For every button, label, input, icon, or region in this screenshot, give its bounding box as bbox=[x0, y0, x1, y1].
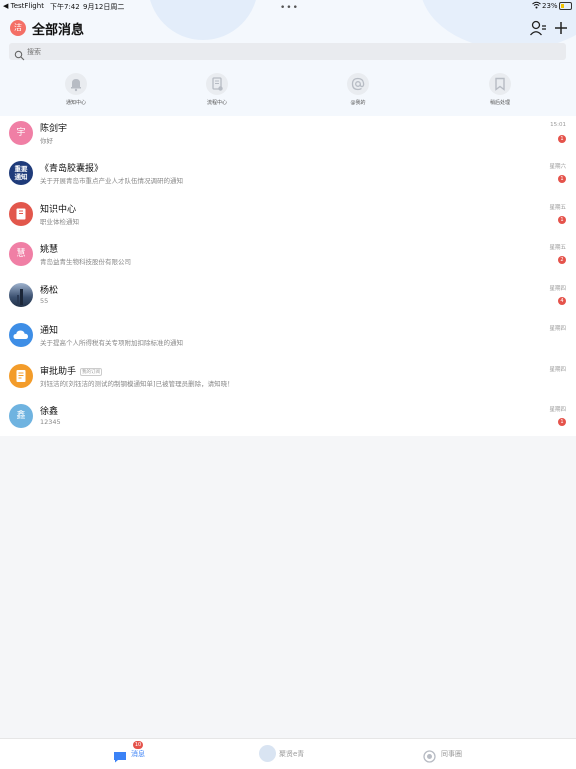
important-notice-avatar: 重要 通知 bbox=[9, 161, 33, 185]
conversation-row[interactable]: 宇 陈剑宇 你好 15:01 1 bbox=[0, 116, 576, 156]
back-to-testflight[interactable]: ◀ TestFlight bbox=[3, 2, 44, 10]
unread-badge: 1 bbox=[558, 418, 566, 426]
conversation-preview: 关于提高个人所得税有关专项附加扣除标准的通知 bbox=[40, 339, 183, 347]
shortcut-at-me[interactable]: @我的 bbox=[328, 73, 388, 106]
user-avatar[interactable]: 洁 bbox=[10, 20, 26, 36]
app-logo-icon bbox=[259, 745, 276, 762]
chat-bubble-icon bbox=[113, 748, 127, 767]
conversation-time: 星期六 bbox=[549, 164, 566, 170]
conversation-preview: 你好 bbox=[40, 137, 53, 145]
shortcut-label: 通知中心 bbox=[65, 100, 86, 106]
conversation-preview: 职业体检通知 bbox=[40, 218, 79, 226]
status-bar: ◀ TestFlight 下午7:42 9月12日周二 ••• 23% bbox=[0, 0, 576, 13]
shortcut-label: 稍后处理 bbox=[489, 100, 510, 106]
conversation-name: 徐鑫 bbox=[40, 407, 59, 417]
tab-bar: 消息 10 聚贤e青 同事圈 bbox=[0, 738, 576, 769]
conversation-row[interactable]: 重要 通知 《青岛胶囊报》 关于开展青岛市重点产业人才队伍情况调研的通知 星期六 … bbox=[0, 156, 576, 196]
conversation-name: 通知 bbox=[40, 326, 59, 336]
conversation-row[interactable]: 审批助手 我的订阅 刘钰洁的[刘钰洁的测试的制钢模通知单]已被管理员删除，请知晓！… bbox=[0, 359, 576, 399]
conversation-list: 宇 陈剑宇 你好 15:01 1 重要 通知 《青岛胶囊报》 关于开展青岛市重点产… bbox=[0, 116, 576, 436]
tab-center[interactable]: 聚贤e青 bbox=[255, 739, 325, 769]
approval-icon bbox=[9, 364, 33, 388]
tab-label: 聚贤e青 bbox=[279, 750, 305, 758]
search-input[interactable] bbox=[27, 44, 547, 59]
conversation-time: 星期四 bbox=[549, 407, 566, 413]
tab-unread-badge: 10 bbox=[133, 741, 143, 749]
chevron-down-icon[interactable]: ▾ bbox=[78, 22, 82, 31]
conversation-time: 星期五 bbox=[549, 245, 566, 251]
conversation-preview: 刘钰洁的[刘钰洁的测试的制钢模通知单]已被管理员删除，请知晓！ bbox=[40, 380, 234, 388]
at-icon bbox=[347, 73, 369, 95]
conversation-row[interactable]: 鑫 徐鑫 12345 星期四 1 bbox=[0, 399, 576, 439]
unread-badge: 1 bbox=[558, 216, 566, 224]
bell-icon bbox=[65, 73, 87, 95]
shortcut-flow-center[interactable]: 流程中心 bbox=[187, 73, 247, 106]
shortcut-label: @我的 bbox=[350, 100, 366, 106]
conversation-time: 星期五 bbox=[549, 205, 566, 211]
header-bar: 洁 全部消息 ▾ bbox=[0, 14, 576, 42]
unread-badge: 4 bbox=[558, 297, 566, 305]
page-title[interactable]: 全部消息 bbox=[32, 19, 84, 38]
bookmark-icon bbox=[489, 73, 511, 95]
conversation-row[interactable]: 通知 关于提高个人所得税有关专项附加扣除标准的通知 星期四 bbox=[0, 318, 576, 358]
battery-percent: 23% bbox=[542, 2, 558, 10]
conversation-name: 姚慧 bbox=[40, 245, 59, 255]
status-date: 9月12日周二 bbox=[83, 3, 125, 11]
conversation-preview: 关于开展青岛市重点产业人才队伍情况调研的通知 bbox=[40, 177, 183, 185]
conversation-name: 杨松 bbox=[40, 286, 59, 296]
conversation-preview: 12345 bbox=[40, 418, 61, 426]
conversation-preview: 青岛益青生物科技股份有限公司 bbox=[40, 258, 131, 266]
unread-badge: 1 bbox=[558, 175, 566, 183]
book-icon bbox=[9, 202, 33, 226]
conversation-name: 陈剑宇 bbox=[40, 124, 68, 134]
tab-label: 同事圈 bbox=[441, 750, 462, 758]
unread-badge: 1 bbox=[558, 135, 566, 143]
add-icon[interactable] bbox=[552, 19, 570, 37]
shortcut-notification-center[interactable]: 通知中心 bbox=[46, 73, 106, 106]
circle-icon bbox=[423, 748, 436, 767]
battery-icon bbox=[559, 2, 572, 10]
contacts-icon[interactable] bbox=[529, 19, 547, 37]
multitask-dots-icon[interactable]: ••• bbox=[280, 3, 299, 13]
avatar: 宇 bbox=[9, 121, 33, 145]
top-header-area: ◀ TestFlight 下午7:42 9月12日周二 ••• 23% 洁 全部… bbox=[0, 0, 576, 116]
conversation-time: 星期四 bbox=[549, 286, 566, 292]
conversation-name: 审批助手 我的订阅 bbox=[40, 364, 103, 377]
cloud-icon bbox=[9, 323, 33, 347]
search-icon bbox=[14, 46, 25, 61]
wifi-icon bbox=[532, 1, 541, 11]
shortcut-later[interactable]: 稍后处理 bbox=[470, 73, 530, 106]
conversation-time: 星期四 bbox=[549, 367, 566, 373]
flow-document-icon bbox=[206, 73, 228, 95]
conversation-row[interactable]: 知识中心 职业体检通知 星期五 1 bbox=[0, 197, 576, 237]
conversation-time: 15:01 bbox=[550, 122, 566, 128]
unread-badge: 2 bbox=[558, 256, 566, 264]
conversation-row[interactable]: 慧 姚慧 青岛益青生物科技股份有限公司 星期五 2 bbox=[0, 237, 576, 277]
conversation-preview: 55 bbox=[40, 297, 49, 305]
photo-avatar bbox=[9, 283, 33, 307]
conversation-row[interactable]: 杨松 55 星期四 4 bbox=[0, 278, 576, 318]
subscription-tag: 我的订阅 bbox=[80, 367, 103, 376]
tab-colleagues[interactable]: 同事圈 bbox=[420, 739, 480, 769]
search-bar[interactable] bbox=[9, 43, 566, 61]
tab-label: 消息 bbox=[131, 750, 145, 758]
status-time: 下午7:42 bbox=[50, 3, 80, 11]
shortcut-label: 流程中心 bbox=[206, 100, 227, 106]
tab-messages[interactable]: 消息 bbox=[100, 739, 160, 769]
avatar: 鑫 bbox=[9, 404, 33, 428]
conversation-name: 知识中心 bbox=[40, 205, 77, 215]
conversation-time: 星期四 bbox=[549, 326, 566, 332]
conversation-name: 《青岛胶囊报》 bbox=[40, 164, 104, 174]
avatar: 慧 bbox=[9, 242, 33, 266]
conversation-name-text: 审批助手 bbox=[40, 367, 77, 377]
